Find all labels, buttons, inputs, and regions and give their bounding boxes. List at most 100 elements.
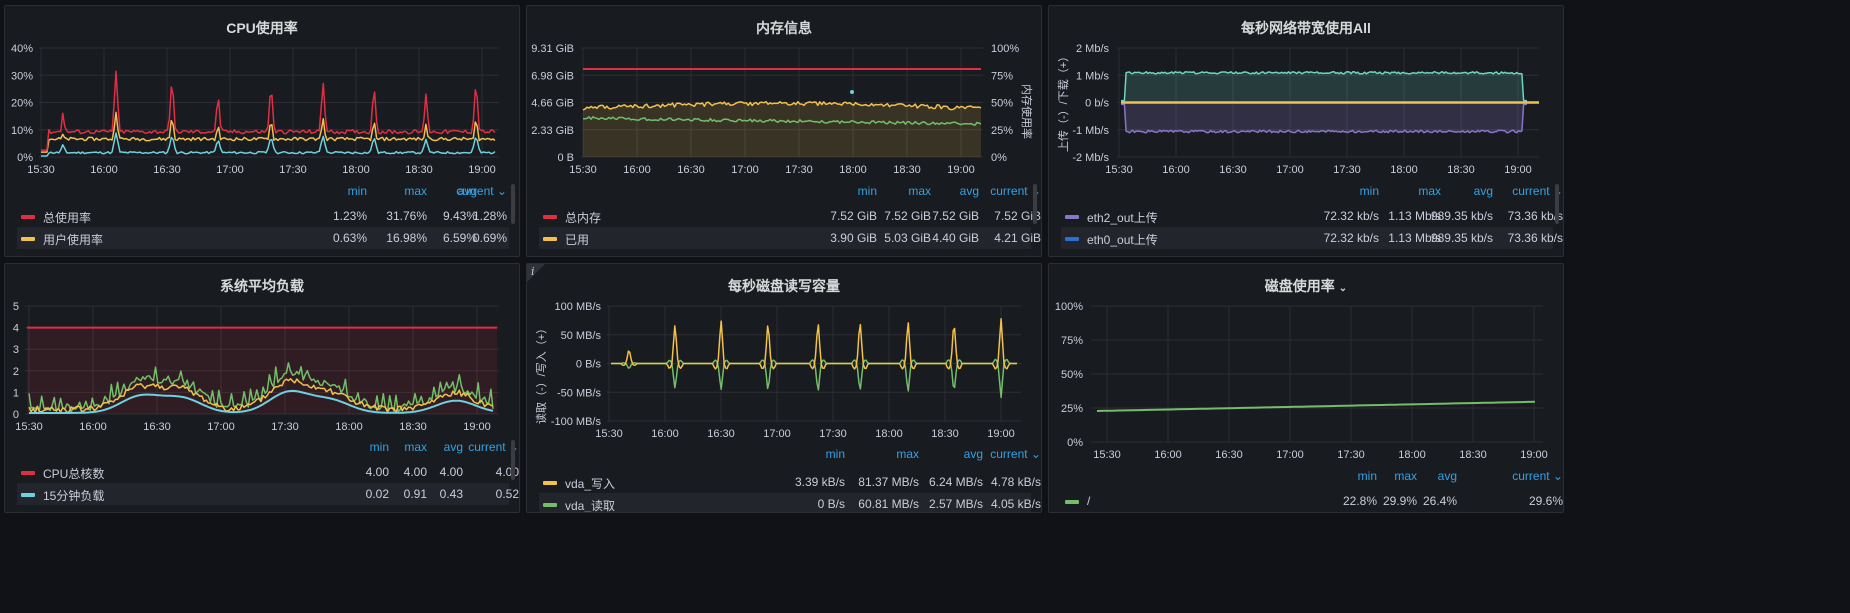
- legend-header[interactable]: current ⌄: [1493, 469, 1563, 487]
- y-tick-label: 10%: [11, 125, 33, 137]
- legend-row[interactable]: vda_写入 3.39 kB/s 81.37 MB/s 6.24 MB/s 4.78 k…: [539, 471, 1041, 493]
- legend-name: 已用: [565, 233, 590, 247]
- x-tick-label: 17:00: [1276, 164, 1304, 176]
- x-tick-label: 19:00: [947, 164, 975, 176]
- y-tick-label: 1 Mb/s: [1076, 70, 1110, 82]
- cpu-chart[interactable]: 40% 30% 20% 10% 0%15:30 16:00 16:30 17:00 17:30 1…: [5, 6, 520, 181]
- legend-value-current: 4.21 GiB: [994, 231, 1041, 245]
- y-tick-label: -2 Mb/s: [1072, 152, 1109, 164]
- x-tick-label: 18:30: [399, 421, 427, 433]
- legend-value-current: 7.52 GiB: [994, 209, 1041, 223]
- network-download-area: [1121, 71, 1527, 103]
- legend-value-current: 0.69%: [472, 231, 507, 245]
- legend-header[interactable]: min: [1309, 184, 1379, 202]
- memory-used-area: [583, 101, 981, 157]
- disk-usage-legend: min max avg current ⌄/22.8% 29.9% 26.4% 29.6%: [1061, 469, 1563, 512]
- load-chart[interactable]: 5 4 3 2 1 015:30 16:00 16:30 17:00 17:30 18:00 18:3…: [5, 264, 520, 439]
- legend-header[interactable]: current ⌄: [449, 440, 519, 458]
- legend-header[interactable]: current ⌄: [437, 184, 507, 202]
- legend-name: eth2_out上传: [1087, 211, 1158, 225]
- legend-value-current: 29.6%: [1528, 494, 1563, 508]
- legend-value-avg: 26.4%: [1422, 494, 1457, 508]
- legend-header[interactable]: max: [849, 447, 919, 465]
- legend-scrollbar[interactable]: [511, 184, 515, 224]
- legend-header[interactable]: avg: [1387, 469, 1457, 487]
- x-tick-label: 15:30: [15, 421, 43, 433]
- panel-network: 每秒网络带宽使用All 2 Mb/s 1 Mb/s 0 b/s -1 Mb/s -2 M…: [1048, 5, 1564, 257]
- legend-header[interactable]: avg: [1423, 184, 1493, 202]
- x-tick-label: 19:00: [468, 164, 496, 176]
- y-tick-label: 0%: [1067, 437, 1083, 449]
- legend-name: vda_读取: [565, 499, 616, 513]
- x-tick-label: 16:30: [1215, 449, 1243, 461]
- legend-name: 用户使用率: [43, 233, 104, 247]
- legend-value-current: 0.52: [495, 487, 519, 501]
- legend-value-current: 73.36 kb/s: [1507, 209, 1563, 223]
- x-tick-label: 19:00: [987, 428, 1015, 440]
- legend-header[interactable]: min: [775, 447, 845, 465]
- legend-scrollbar[interactable]: [1033, 184, 1037, 224]
- y-tick-label-right: 50%: [991, 98, 1013, 110]
- y-tick-label: 40%: [11, 43, 33, 55]
- disk-series-write: [611, 318, 1017, 370]
- load-legend: min max avg current ⌄ CPU总核数 4.00 4.00 4.00 4.00…: [17, 440, 519, 510]
- legend-value-avg: 989.35 kb/s: [1430, 231, 1493, 245]
- cpu-legend: min max avg current ⌄ 总使用率 1.23% 31.76% 9.43% 1.…: [17, 184, 509, 254]
- legend-swatch: [543, 481, 557, 485]
- network-chart[interactable]: 2 Mb/s 1 Mb/s 0 b/s -1 Mb/s -2 Mb/s15:30 16:0…: [1049, 6, 1564, 181]
- legend-row[interactable]: 总内存 7.52 GiB 7.52 GiB 7.52 GiB 7.52 GiB: [539, 205, 1041, 227]
- y-tick-label-right: 75%: [991, 70, 1013, 82]
- y-tick-label: 50 MB/s: [561, 330, 602, 342]
- legend-swatch: [1065, 237, 1079, 241]
- legend-scrollbar[interactable]: [1555, 184, 1559, 224]
- legend-row[interactable]: 已用 3.90 GiB 5.03 GiB 4.40 GiB 4.21 GiB: [539, 227, 1041, 249]
- legend-header[interactable]: avg: [909, 184, 979, 202]
- y-tick-label: 3: [13, 344, 19, 356]
- x-tick-label: 15:30: [569, 164, 597, 176]
- legend-row[interactable]: eth2_out上传 72.32 kb/s 1.13 Mb/s 989.35 kb/s…: [1061, 205, 1563, 227]
- y-tick-label-right: 25%: [991, 125, 1013, 137]
- disk-usage-chart[interactable]: 100% 75% 50% 25% 0% 15:30 16:00 16:30 17:00 17:30…: [1049, 264, 1564, 469]
- legend-row[interactable]: /22.8% 29.9% 26.4% 29.6%: [1061, 490, 1563, 512]
- x-tick-label: 16:00: [651, 428, 679, 440]
- legend-row[interactable]: 15分钟负载 0.02 0.91 0.43 0.52: [17, 483, 519, 505]
- x-tick-label: 16:00: [1162, 164, 1190, 176]
- x-tick-label: 18:00: [1398, 449, 1426, 461]
- x-tick-label: 18:30: [1459, 449, 1487, 461]
- legend-value-current: 4.00: [495, 465, 519, 479]
- legend-scrollbar[interactable]: [511, 440, 515, 480]
- legend-header[interactable]: current ⌄: [971, 447, 1041, 465]
- x-tick-label: 18:30: [931, 428, 959, 440]
- x-tick-label: 17:30: [1337, 449, 1365, 461]
- legend-value-current: 73.36 kb/s: [1507, 231, 1563, 245]
- legend-name: 总使用率: [43, 211, 92, 225]
- x-tick-label: 17:00: [207, 421, 235, 433]
- disk-usage-series-root: [1096, 400, 1536, 412]
- legend-row[interactable]: vda_读取 0 B/s 60.81 MB/s 2.57 MB/s 4.05 kB/s: [539, 493, 1041, 513]
- legend-swatch: [543, 503, 557, 507]
- legend-value-current: 1.28%: [472, 209, 507, 223]
- legend-row[interactable]: CPU总核数 4.00 4.00 4.00 4.00: [17, 461, 519, 483]
- legend-row[interactable]: eth0_out上传 72.32 kb/s 1.13 Mb/s 989.35 kb/s…: [1061, 227, 1563, 249]
- y-tick-label: 20%: [11, 98, 33, 110]
- x-tick-label: 18:00: [839, 164, 867, 176]
- x-tick-label: 15:30: [27, 164, 55, 176]
- disk-io-legend: min max avg current ⌄ vda_写入 3.39 kB/s 81.37 M…: [539, 447, 1041, 513]
- y-axis-label: 上传（-）/下载（+）: [1057, 51, 1070, 152]
- legend-header[interactable]: current ⌄: [1493, 184, 1563, 202]
- y-tick-label: 0 B/s: [576, 359, 602, 371]
- legend-header[interactable]: current ⌄: [971, 184, 1041, 202]
- y-tick-label: 5: [13, 301, 19, 313]
- y-tick-label: 9.31 GiB: [531, 43, 574, 55]
- memory-chart[interactable]: 9.31 GiB 100% 6.98 GiB 75% 4.66 GiB 50% 2.33 G…: [527, 6, 1042, 181]
- legend-row[interactable]: 总使用率 1.23% 31.76% 9.43% 1.28%: [17, 205, 509, 227]
- x-tick-label: 17:30: [1333, 164, 1361, 176]
- y-tick-label-right: 100%: [991, 43, 1019, 55]
- legend-value-avg: 989.35 kb/s: [1430, 209, 1493, 223]
- y-tick-label: 25%: [1061, 403, 1083, 415]
- disk-io-chart[interactable]: 100 MB/s 50 MB/s 0 B/s -50 MB/s -100 MB/s15:…: [527, 264, 1042, 449]
- x-tick-label: 17:00: [763, 428, 791, 440]
- legend-value-min: 0 B/s: [817, 497, 845, 511]
- legend-row[interactable]: 用户使用率 0.63% 16.98% 6.59% 0.69%: [17, 227, 509, 249]
- y-tick-label: 0 B: [557, 152, 574, 164]
